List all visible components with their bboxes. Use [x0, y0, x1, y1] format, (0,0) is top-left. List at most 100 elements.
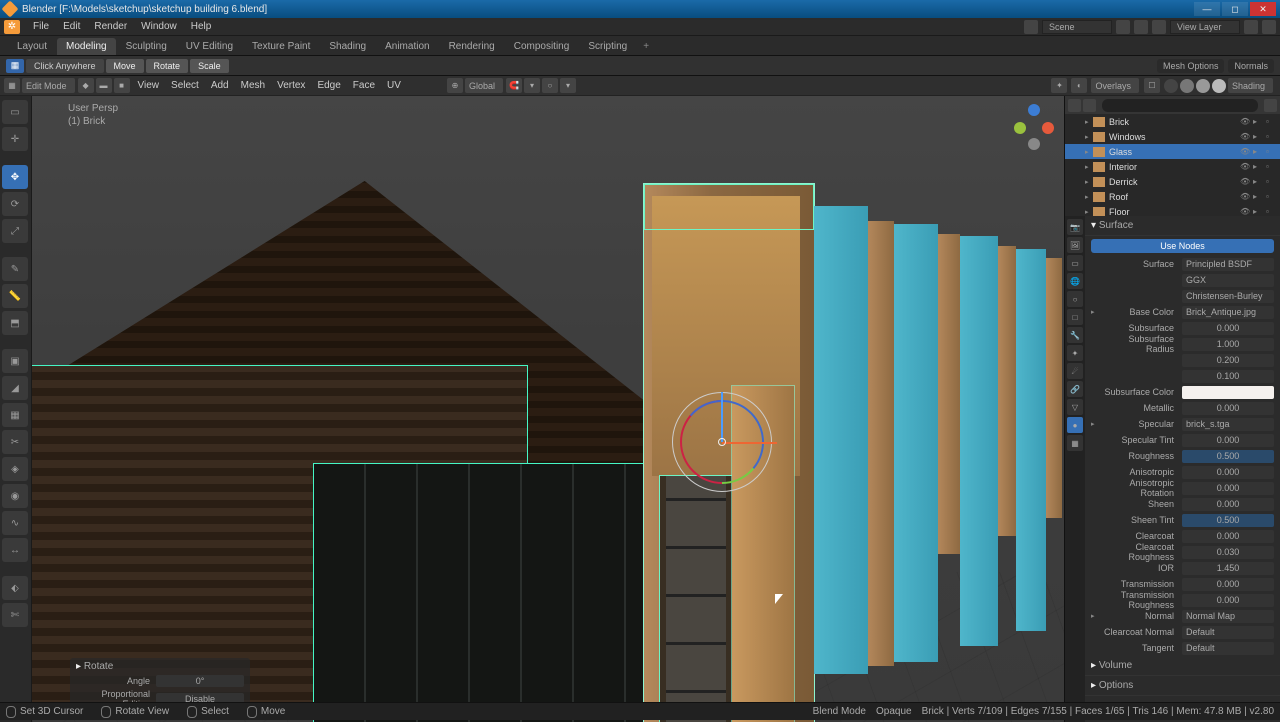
select-box-tool[interactable]: ▭: [2, 100, 28, 124]
vpmenu-edge[interactable]: Edge: [311, 80, 346, 91]
prop-value[interactable]: brick_s.tga: [1182, 418, 1274, 431]
shade-render-icon[interactable]: [1212, 79, 1226, 93]
disable-icon[interactable]: ▫: [1266, 162, 1277, 171]
shade-wire-icon[interactable]: [1164, 79, 1178, 93]
eye-icon[interactable]: 👁: [1240, 132, 1251, 141]
vpmenu-view[interactable]: View: [132, 80, 166, 91]
prop-value[interactable]: Christensen-Burley: [1182, 290, 1274, 303]
workspace-add[interactable]: +: [637, 38, 655, 55]
click-anywhere[interactable]: Click Anywhere: [26, 59, 104, 73]
workspace-uv-editing[interactable]: UV Editing: [177, 38, 242, 55]
workspace-layout[interactable]: Layout: [8, 38, 56, 55]
vpmenu-vertex[interactable]: Vertex: [271, 80, 311, 91]
use-nodes-button[interactable]: Use Nodes: [1091, 239, 1274, 253]
prop-value[interactable]: 0.000: [1182, 434, 1274, 447]
measure-tool[interactable]: 📏: [2, 284, 28, 308]
vpmenu-select[interactable]: Select: [165, 80, 205, 91]
cursor-tool[interactable]: ✛: [2, 127, 28, 151]
workspace-animation[interactable]: Animation: [376, 38, 438, 55]
polybuild-tool[interactable]: ◈: [2, 457, 28, 481]
filter-icon[interactable]: [1264, 99, 1277, 112]
scene-icon[interactable]: [1024, 20, 1038, 34]
editor-type[interactable]: ▦: [4, 78, 20, 93]
prop-value[interactable]: 1.000: [1182, 338, 1274, 351]
disable-icon[interactable]: ▫: [1266, 192, 1277, 201]
scale-tool[interactable]: ⤢: [2, 219, 28, 243]
xray-icon[interactable]: ☐: [1144, 78, 1160, 93]
prop-value[interactable]: 0.000: [1182, 466, 1274, 479]
viewlayer-field[interactable]: View Layer: [1170, 20, 1240, 34]
select-icon[interactable]: ▸: [1253, 132, 1264, 141]
prop-value[interactable]: 0.030: [1182, 546, 1274, 559]
prop-value[interactable]: 0.000: [1182, 322, 1274, 335]
prop-value[interactable]: Brick_Antique.jpg: [1182, 306, 1274, 319]
select-icon[interactable]: ▸: [1253, 117, 1264, 126]
snap-drop-icon[interactable]: ▾: [524, 78, 540, 93]
disable-icon[interactable]: ▫: [1266, 177, 1277, 186]
viewlayer-icon[interactable]: [1152, 20, 1166, 34]
sel-edge-icon[interactable]: ▬: [96, 78, 112, 93]
viewlayer-add-button[interactable]: [1244, 20, 1258, 34]
workspace-shading[interactable]: Shading: [320, 38, 375, 55]
rotate-tool[interactable]: ⟳: [2, 192, 28, 216]
snap-icon[interactable]: 🧲: [506, 78, 522, 93]
eye-icon[interactable]: 👁: [1240, 177, 1251, 186]
prop-value[interactable]: 0.000: [1182, 482, 1274, 495]
tab-view-icon[interactable]: ▭: [1067, 255, 1083, 271]
tab-data-icon[interactable]: ▽: [1067, 399, 1083, 415]
prop-value[interactable]: Default: [1182, 626, 1274, 639]
bevel-tool[interactable]: ◢: [2, 376, 28, 400]
prop-value[interactable]: 0.000: [1182, 594, 1274, 607]
spin-tool[interactable]: ◉: [2, 484, 28, 508]
axis-neg-icon[interactable]: [1028, 138, 1040, 150]
propedit-icon[interactable]: ○: [542, 78, 558, 93]
tab-particle-icon[interactable]: ✦: [1067, 345, 1083, 361]
tab-output-icon[interactable]: 🖼: [1067, 237, 1083, 253]
outliner-item-roof[interactable]: ▸Roof👁▸▫: [1065, 189, 1280, 204]
outliner-search[interactable]: [1102, 99, 1258, 112]
display-mode-icon[interactable]: [1083, 99, 1096, 112]
tool-mesh-icon[interactable]: ▦: [6, 59, 24, 73]
outliner-item-windows[interactable]: ▸Windows👁▸▫: [1065, 129, 1280, 144]
tab-scene-icon[interactable]: 🌐: [1067, 273, 1083, 289]
outliner-tree[interactable]: ▸Brick👁▸▫▸Windows👁▸▫▸Glass👁▸▫▸Interior👁▸…: [1065, 114, 1280, 216]
tab-render-icon[interactable]: 📷: [1067, 219, 1083, 235]
prop-value[interactable]: 0.100: [1182, 370, 1274, 383]
overlay-toggle-icon[interactable]: ◐: [1071, 78, 1087, 93]
gizmo-toggle-icon[interactable]: ✦: [1051, 78, 1067, 93]
disable-icon[interactable]: ▫: [1266, 117, 1277, 126]
loopcut-tool[interactable]: ▦: [2, 403, 28, 427]
prop-value[interactable]: 0.500: [1182, 514, 1274, 527]
eye-icon[interactable]: 👁: [1240, 192, 1251, 201]
tab-material-icon[interactable]: ●: [1067, 417, 1083, 433]
axis-y-icon[interactable]: [1014, 122, 1026, 134]
select-icon[interactable]: ▸: [1253, 147, 1264, 156]
prop-value[interactable]: Normal Map: [1182, 610, 1274, 623]
outliner-item-brick[interactable]: ▸Brick👁▸▫: [1065, 114, 1280, 129]
transform-tool[interactable]: ✥: [2, 165, 28, 189]
tab-physics-icon[interactable]: ☄: [1067, 363, 1083, 379]
inset-tool[interactable]: ▣: [2, 349, 28, 373]
normals-drop[interactable]: Normals: [1228, 59, 1274, 73]
outliner-item-floor[interactable]: ▸Floor👁▸▫: [1065, 204, 1280, 216]
select-icon[interactable]: ▸: [1253, 162, 1264, 171]
tab-constraint-icon[interactable]: 🔗: [1067, 381, 1083, 397]
workspace-sculpting[interactable]: Sculpting: [117, 38, 176, 55]
annotate-tool[interactable]: ✎: [2, 257, 28, 281]
prop-value[interactable]: 0.200: [1182, 354, 1274, 367]
close-button[interactable]: ✕: [1250, 2, 1276, 16]
sel-face-icon[interactable]: ■: [114, 78, 130, 93]
prop-value[interactable]: Principled BSDF: [1182, 258, 1274, 271]
outliner-item-derrick[interactable]: ▸Derrick👁▸▫: [1065, 174, 1280, 189]
sel-vert-icon[interactable]: ◆: [78, 78, 94, 93]
eye-icon[interactable]: 👁: [1240, 162, 1251, 171]
menu-file[interactable]: File: [26, 21, 56, 32]
workspace-rendering[interactable]: Rendering: [440, 38, 504, 55]
shrink-tool[interactable]: ⬖: [2, 576, 28, 600]
prop-value[interactable]: 0.000: [1182, 530, 1274, 543]
menu-window[interactable]: Window: [134, 21, 184, 32]
workspace-modeling[interactable]: Modeling: [57, 38, 116, 55]
vpmenu-face[interactable]: Face: [347, 80, 381, 91]
mode-dropdown[interactable]: Edit Mode: [22, 78, 75, 93]
shade-solid-icon[interactable]: [1180, 79, 1194, 93]
